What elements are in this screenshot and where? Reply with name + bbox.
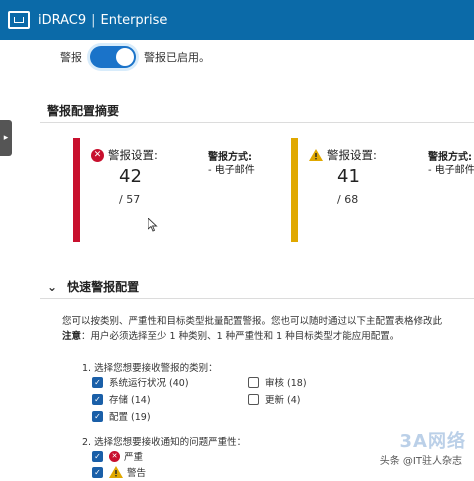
idrac-logo-icon	[8, 11, 30, 29]
card-count: 42	[119, 166, 142, 187]
category-label: 更新 (4)	[265, 395, 301, 406]
checkbox-checked-icon: ✓	[92, 393, 103, 405]
header-bar: iDRAC9 | Enterprise	[0, 0, 474, 40]
watermark-text: 头条 @IT驻人杂志	[379, 456, 462, 467]
header-title: iDRAC9 | Enterprise	[38, 12, 168, 28]
card-method-value: - 电子邮件	[428, 165, 474, 176]
error-icon: ✕	[91, 148, 104, 162]
quick-config-title: 快速警报配置	[67, 280, 140, 294]
chevron-right-icon: ▸	[3, 133, 9, 143]
checkbox-unchecked-icon	[248, 376, 259, 388]
category-checkbox-audit[interactable]: 审核 (18)	[248, 375, 307, 389]
card-total: / 68	[337, 193, 359, 206]
error-icon: ✕	[109, 450, 120, 462]
severity-checkbox-warning[interactable]: ✓ 警告	[92, 465, 146, 479]
checkbox-checked-icon: ✓	[92, 376, 103, 388]
card-count: 41	[337, 166, 360, 187]
card-title: 警报设置:	[309, 147, 377, 163]
category-checkbox-system-health[interactable]: ✓ 系统运行状况 (40)	[92, 375, 189, 389]
checkbox-checked-icon: ✓	[92, 450, 103, 462]
chevron-down-icon: ⌄	[47, 279, 58, 294]
card-accent-bar	[291, 138, 298, 242]
step-2-label: 2. 选择您想要接收通知的问题严重性：	[82, 437, 247, 448]
card-accent-bar	[73, 138, 80, 242]
note-label: 注意	[62, 331, 82, 342]
watermark-brand: 3A网络	[399, 431, 466, 452]
alert-status-text: 警报已启用。	[144, 51, 210, 64]
summary-card-warning[interactable]: 警报设置: 41 / 68 警报方式: - 电子邮件	[291, 138, 474, 242]
description-line-1: 您可以按类别、严重性和目标类型批量配置警报。您也可以随时通过以下主配置表格修改此	[62, 316, 443, 327]
severity-checkbox-critical[interactable]: ✓ ✕ 严重	[92, 449, 143, 463]
note-text: ：用户必须选择至少 1 种类别、1 种严重性和 1 种目标类型才能应用配置。	[81, 331, 400, 342]
severity-label: 警告	[127, 468, 147, 479]
summary-section-title: 警报配置摘要	[47, 104, 120, 118]
warning-icon	[109, 466, 123, 478]
checkbox-checked-icon: ✓	[92, 410, 103, 422]
category-label: 系统运行状况 (40)	[109, 378, 189, 389]
alert-label: 警报	[60, 51, 82, 64]
category-checkbox-updates[interactable]: 更新 (4)	[248, 392, 300, 406]
card-total: / 57	[119, 193, 141, 206]
category-label: 存储 (14)	[109, 395, 151, 406]
summary-card-critical[interactable]: ✕ 警报设置: 42 / 57 警报方式: - 电子邮件	[73, 138, 278, 242]
quick-config-description: 您可以按类别、严重性和目标类型批量配置警报。您也可以随时通过以下主配置表格修改此…	[62, 314, 472, 344]
card-title: ✕ 警报设置:	[91, 147, 158, 163]
category-checkbox-storage[interactable]: ✓ 存储 (14)	[92, 392, 151, 406]
checkbox-unchecked-icon	[248, 393, 259, 405]
step-1-label: 1. 选择您想要接收警报的类别：	[82, 363, 218, 374]
toggle-knob	[116, 48, 134, 66]
mouse-cursor-icon	[148, 218, 158, 232]
card-title-text: 警报设置:	[108, 148, 158, 162]
category-label: 审核 (18)	[265, 378, 307, 389]
checkbox-checked-icon: ✓	[92, 466, 103, 478]
description-line-2: 注意：用户必须选择至少 1 种类别、1 种严重性和 1 种目标类型才能应用配置。	[62, 329, 472, 344]
sidebar-expand-handle[interactable]: ▸	[0, 120, 12, 156]
alert-toggle-switch[interactable]	[90, 46, 136, 68]
card-title-text: 警报设置:	[327, 148, 377, 162]
warning-icon	[309, 149, 323, 161]
product-name: iDRAC9	[38, 12, 87, 28]
alert-toggle-row: 警报 警报已启用。	[60, 44, 210, 70]
quick-config-divider	[40, 298, 474, 299]
quick-config-toggle[interactable]: ⌄ 快速警报配置	[47, 278, 139, 295]
category-checkbox-configuration[interactable]: ✓ 配置 (19)	[92, 409, 151, 423]
category-label: 配置 (19)	[109, 412, 151, 423]
edition-name: Enterprise	[100, 12, 168, 28]
summary-divider	[40, 122, 474, 123]
severity-label: 严重	[124, 452, 144, 463]
card-method-value: - 电子邮件	[208, 165, 255, 176]
